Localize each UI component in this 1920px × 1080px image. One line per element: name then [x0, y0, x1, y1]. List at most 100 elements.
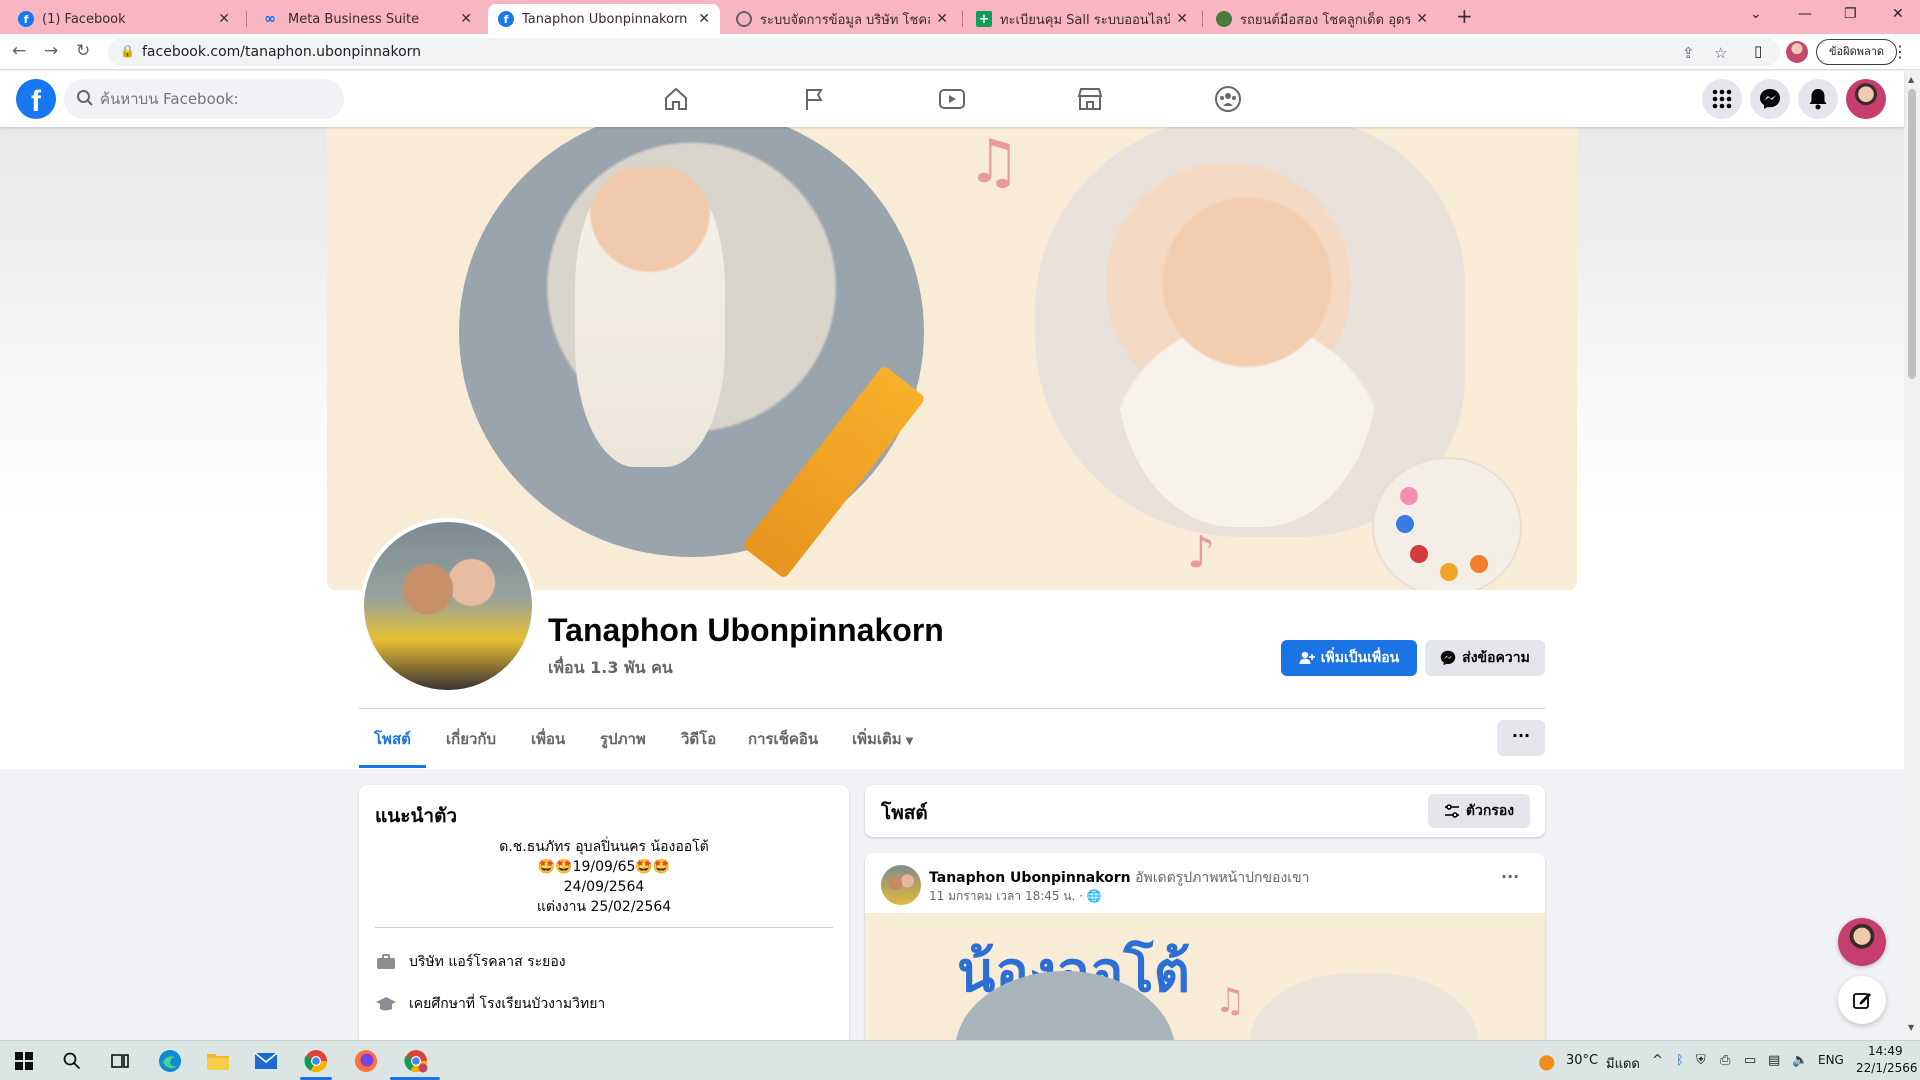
work-row: บริษัท แอร์โรคลาส ระยอง	[375, 951, 566, 973]
reload-icon[interactable]: ↻	[76, 41, 90, 61]
tab-more[interactable]: เพิ่มเติม ▼	[852, 712, 913, 768]
security-shield-icon[interactable]: ⛨	[1696, 1053, 1706, 1068]
volume-icon[interactable]: 🔈	[1792, 1053, 1808, 1068]
scroll-up-icon[interactable]: ▲	[1908, 75, 1914, 84]
new-tab-icon[interactable]: +	[1456, 4, 1473, 28]
add-friend-label: เพิ่มเป็นเพื่อน	[1320, 650, 1400, 666]
tab-checkins[interactable]: การเช็คอิน	[748, 712, 818, 768]
file-explorer-icon[interactable]	[204, 1047, 232, 1075]
more-options-button[interactable]: ···	[1497, 720, 1545, 756]
search-box[interactable]	[64, 79, 344, 119]
search-icon[interactable]	[58, 1047, 86, 1075]
weather-sun-icon[interactable]: ●	[1538, 1049, 1555, 1073]
close-icon[interactable]: ✕	[460, 11, 472, 27]
posts-title: โพสต์	[881, 802, 928, 824]
post-author-avatar[interactable]	[881, 865, 921, 905]
mail-icon[interactable]	[252, 1047, 280, 1075]
intro-card: แนะนำตัว ด.ช.ธนภัทร อุบลปิ่นนคร น้องออโต…	[359, 785, 849, 1045]
error-button[interactable]: ข้อผิดพลาด	[1816, 39, 1898, 65]
weather-desc[interactable]: มีแดด	[1606, 1053, 1640, 1074]
facebook-logo[interactable]: f	[16, 79, 56, 119]
profile-avatar[interactable]	[1786, 41, 1808, 63]
browser-tab[interactable]: ∞ Meta Business Suite ✕	[250, 4, 482, 34]
groups-icon[interactable]	[1212, 83, 1244, 115]
education-text[interactable]: เคยศึกษาที่ โรงเรียนบัวงามวิทยา	[409, 993, 605, 1015]
side-panel-icon[interactable]: ▯	[1754, 42, 1762, 60]
post-timestamp[interactable]: 11 มกราคม เวลา 18:45 น. ·	[929, 889, 1083, 903]
task-view-icon[interactable]	[106, 1047, 134, 1075]
back-icon[interactable]: ←	[12, 41, 26, 61]
tab-videos[interactable]: วิดีโอ	[681, 712, 716, 768]
browser-tab-active[interactable]: f Tanaphon Ubonpinnakorn | Faceb ✕	[488, 4, 720, 34]
tab-friends[interactable]: เพื่อน	[531, 712, 565, 768]
watch-video-icon[interactable]	[936, 83, 968, 115]
tab-posts[interactable]: โพสต์	[359, 712, 426, 768]
lock-icon[interactable]: 🔒	[120, 44, 135, 58]
browser-tab[interactable]: + ทะเบียนคุม Sall ระบบออนไลน์.xlsx - G ✕	[966, 4, 1198, 34]
friend-count[interactable]: เพื่อน 1.3 พัน คน	[548, 656, 673, 681]
weather-temp[interactable]: 30°C	[1566, 1053, 1598, 1068]
close-icon[interactable]: ✕	[1416, 11, 1428, 27]
firefox-icon[interactable]	[352, 1047, 380, 1075]
share-icon[interactable]: ⇪	[1682, 44, 1695, 62]
account-avatar[interactable]	[1846, 79, 1886, 119]
edge-browser-icon[interactable]	[156, 1047, 184, 1075]
new-message-button[interactable]	[1838, 976, 1886, 1024]
tray-chevron-icon[interactable]: ^	[1652, 1053, 1663, 1068]
browser-tab[interactable]: f (1) Facebook ✕	[8, 4, 240, 34]
bluetooth-icon[interactable]: ᛒ	[1676, 1053, 1684, 1068]
facebook-icon: f	[18, 11, 34, 27]
post-author-name[interactable]: Tanaphon Ubonpinnakorn	[929, 870, 1131, 886]
tab-label: โพสต์	[374, 730, 411, 748]
printer-icon[interactable]: ⎙	[1720, 1053, 1730, 1068]
search-input[interactable]	[100, 79, 330, 119]
marketplace-icon[interactable]	[1074, 83, 1106, 115]
minimize-icon[interactable]: —	[1798, 6, 1812, 22]
close-window-icon[interactable]: ✕	[1892, 6, 1904, 22]
display-icon[interactable]: ▭	[1744, 1053, 1756, 1068]
paint-dot	[1440, 563, 1458, 581]
browser-tab[interactable]: รถยนต์มือสอง โชคลูกเด็ด อุดรธานี ✕	[1206, 4, 1438, 34]
tab-about[interactable]: เกี่ยวกับ	[446, 712, 496, 768]
input-language[interactable]: ENG	[1818, 1053, 1844, 1067]
close-icon[interactable]: ✕	[1176, 11, 1188, 27]
bookmark-star-icon[interactable]: ☆	[1714, 44, 1727, 62]
close-icon[interactable]: ✕	[698, 11, 710, 27]
filter-button[interactable]: ตัวกรอง	[1428, 794, 1530, 828]
contact-chat-avatar[interactable]	[1838, 918, 1886, 966]
menu-grid-icon[interactable]	[1702, 79, 1742, 119]
close-icon[interactable]: ✕	[218, 11, 230, 27]
tab-search-icon[interactable]: ⌄	[1750, 6, 1762, 22]
pages-flag-icon[interactable]	[798, 83, 830, 115]
profile-picture[interactable]	[360, 518, 536, 694]
paint-dot	[1400, 487, 1418, 505]
address-bar[interactable]: 🔒 facebook.com/tanaphon.ubonpinnakorn ⇪ …	[108, 38, 1780, 66]
add-friend-button[interactable]: เพิ่มเป็นเพื่อน	[1281, 640, 1417, 676]
forward-icon[interactable]: →	[44, 41, 58, 61]
tab-photos[interactable]: รูปภาพ	[600, 712, 646, 768]
restore-icon[interactable]: ❐	[1844, 6, 1857, 22]
url-text[interactable]: facebook.com/tanaphon.ubonpinnakorn	[142, 44, 421, 60]
notifications-bell-icon[interactable]	[1798, 79, 1838, 119]
menu-dots-icon[interactable]: ⋮	[1892, 42, 1908, 61]
cover-photo[interactable]: ♫ ♪	[327, 127, 1577, 590]
clock-date[interactable]: 22/1/2566	[1856, 1061, 1918, 1075]
music-note-icon: ♫	[1215, 981, 1246, 1021]
home-icon[interactable]	[660, 83, 692, 115]
page-scrollbar[interactable]: ▲ ▼	[1904, 71, 1920, 1039]
chrome-profile-icon[interactable]	[402, 1047, 430, 1075]
clock-time[interactable]: 14:49	[1868, 1044, 1903, 1058]
post-options-icon[interactable]: ···	[1501, 867, 1519, 886]
network-icon[interactable]: ▤	[1768, 1053, 1780, 1068]
filter-label: ตัวกรอง	[1465, 803, 1515, 819]
close-icon[interactable]: ✕	[936, 11, 948, 27]
browser-tab[interactable]: ระบบจัดการข้อมูล บริษัท โชคลูกเด็ด ห ✕	[726, 4, 958, 34]
windows-start-icon[interactable]	[10, 1047, 38, 1075]
scroll-down-icon[interactable]: ▼	[1908, 1023, 1914, 1032]
messenger-icon[interactable]	[1750, 79, 1790, 119]
post-image[interactable]: น้องออโต้ ♫	[865, 913, 1545, 1053]
scrollbar-thumb[interactable]	[1908, 89, 1916, 379]
work-text[interactable]: บริษัท แอร์โรคลาส ระยอง	[409, 951, 566, 973]
send-message-button[interactable]: ส่งข้อความ	[1425, 640, 1545, 676]
chrome-icon[interactable]	[302, 1047, 330, 1075]
